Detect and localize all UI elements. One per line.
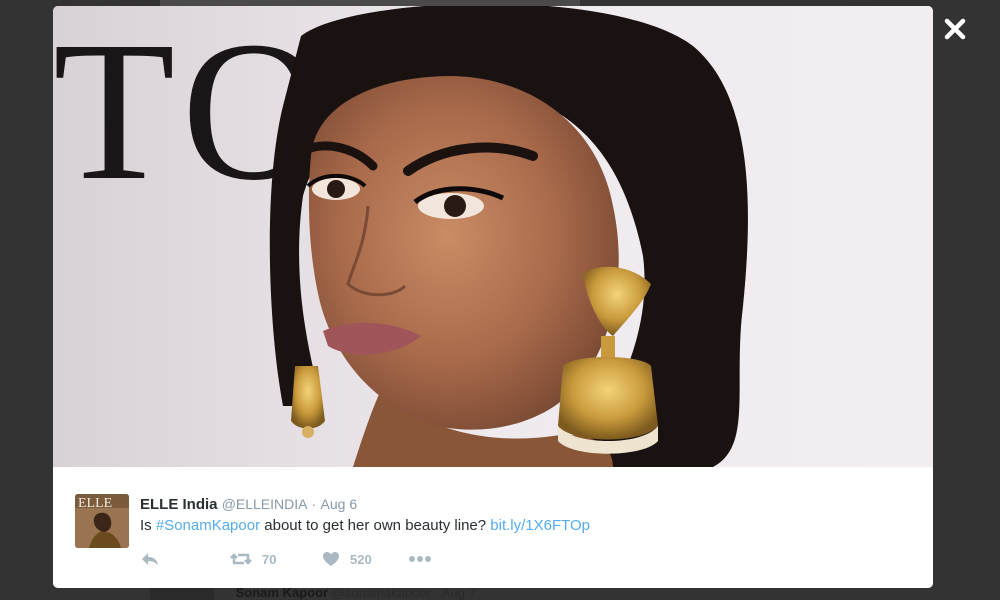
like-button[interactable]: 520 xyxy=(322,551,408,567)
retweet-button[interactable]: 70 xyxy=(230,551,322,567)
close-button[interactable] xyxy=(940,14,970,44)
retweet-icon[interactable] xyxy=(230,551,252,567)
close-icon[interactable] xyxy=(940,14,970,44)
tweet-text-after: about to get her own beauty line? xyxy=(260,517,491,534)
tweet-separator: · xyxy=(311,496,317,512)
avatar[interactable]: ELLE xyxy=(75,494,129,548)
tweet-timestamp[interactable]: Aug 6 xyxy=(321,496,358,512)
background-tweet-bottom: Sonam Kapoor @sonamakapoor · Aug 7 xyxy=(150,586,590,600)
background-tweet-name: Sonam Kapoor xyxy=(235,586,329,600)
reply-button[interactable] xyxy=(140,551,230,567)
tweet-link[interactable]: bit.ly/1X6FTOp xyxy=(490,517,590,534)
tweet-text-before: Is xyxy=(140,517,156,534)
media-modal: TO ELLE ELLE India @ELLEINDIA · Aug 6 Is… xyxy=(53,6,933,588)
reply-icon[interactable] xyxy=(140,551,160,567)
tweet-card: ELLE ELLE India @ELLEINDIA · Aug 6 Is #S… xyxy=(53,467,933,588)
tweet-text: Is #SonamKapoor about to get her own bea… xyxy=(140,515,590,537)
more-icon[interactable] xyxy=(408,555,432,563)
background-tweet-meta: @sonamakapoor · Aug 7 xyxy=(331,586,476,600)
tweet-hashtag[interactable]: #SonamKapoor xyxy=(156,517,260,534)
avatar-logo: ELLE xyxy=(78,496,112,511)
retweet-count: 70 xyxy=(262,551,277,567)
heart-icon[interactable] xyxy=(322,551,340,567)
background-avatar xyxy=(150,586,214,600)
tweet-fullname[interactable]: ELLE India xyxy=(140,496,218,513)
tweet-header: ELLE India @ELLEINDIA · Aug 6 xyxy=(140,494,357,514)
like-count: 520 xyxy=(350,551,372,567)
earring-right xyxy=(558,357,658,440)
more-button[interactable] xyxy=(408,555,432,563)
tweet-actions: 70 520 xyxy=(140,547,432,571)
tweet-photo[interactable]: TO xyxy=(53,6,933,467)
tweet-username[interactable]: @ELLEINDIA xyxy=(222,496,308,512)
